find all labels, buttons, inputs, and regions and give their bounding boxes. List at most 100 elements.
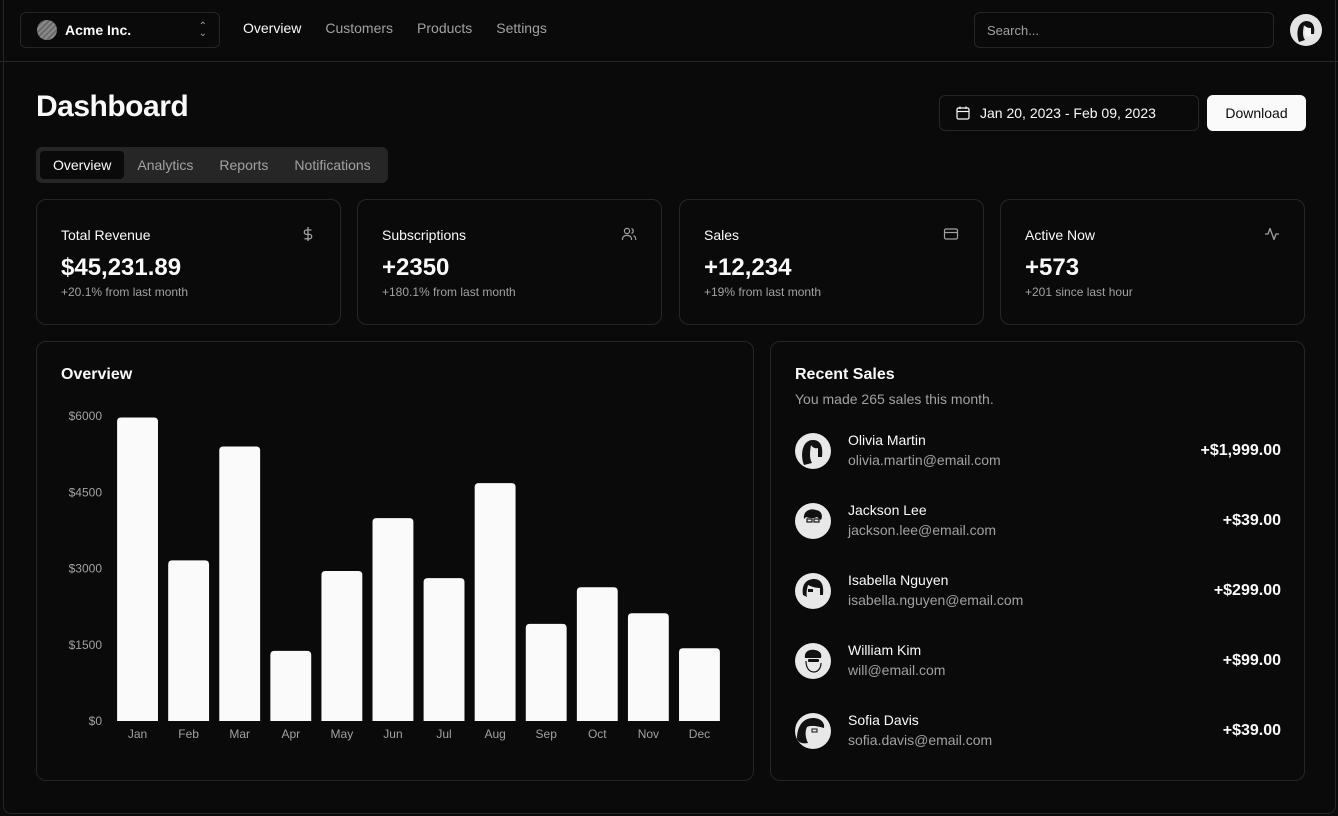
search-input[interactable] — [974, 12, 1274, 48]
x-tick-label: Jan — [128, 727, 147, 741]
bar-jan[interactable] — [117, 417, 158, 721]
user-avatar[interactable] — [1290, 14, 1322, 46]
customer-avatar — [795, 433, 831, 469]
bar-mar[interactable] — [219, 446, 261, 722]
recent-sales-description: You made 265 sales this month. — [795, 391, 994, 407]
x-tick-label: Apr — [281, 727, 300, 741]
y-tick-label: $3000 — [69, 562, 103, 576]
chevrons-up-down-icon: ⌃ ⌄ — [198, 21, 207, 39]
bar-jun[interactable] — [372, 518, 414, 721]
y-tick-label: $1500 — [69, 638, 103, 652]
y-tick-label: $4500 — [69, 485, 103, 499]
bar-dec[interactable] — [679, 648, 720, 721]
nav-settings[interactable]: Settings — [496, 20, 547, 36]
sale-amount: +$1,999.00 — [1200, 442, 1281, 459]
customer-email: isabella.nguyen@email.com — [848, 592, 1024, 608]
stat-label: Subscriptions — [382, 227, 467, 243]
date-range-picker[interactable]: Jan 20, 2023 - Feb 09, 2023 — [939, 95, 1199, 131]
bar-oct[interactable] — [576, 587, 618, 721]
activity-icon — [1265, 227, 1279, 241]
dashboard-tabs: Overview Analytics Reports Notifications — [36, 147, 388, 183]
x-tick-label: May — [331, 727, 354, 741]
bar-aug[interactable] — [474, 483, 516, 721]
x-tick-label: Oct — [588, 727, 607, 741]
page-title: Dashboard — [36, 90, 189, 123]
overview-bar-chart: $0 $1500 $3000 $4500 $6000 Jan Feb Mar Apr May Jun… — [69, 409, 720, 741]
tab-analytics[interactable]: Analytics — [124, 151, 206, 179]
tab-overview[interactable]: Overview — [40, 151, 125, 179]
stat-label: Sales — [704, 227, 740, 243]
customer-name: Isabella Nguyen — [848, 572, 949, 588]
customer-name: Jackson Lee — [848, 502, 927, 518]
stat-change: +180.1% from last month — [382, 285, 516, 299]
customer-name: Sofia Davis — [848, 712, 919, 728]
customer-name: Olivia Martin — [848, 432, 926, 448]
download-button[interactable]: Download — [1207, 95, 1306, 131]
main-nav: Overview Customers Products Settings — [243, 20, 547, 36]
customer-email: olivia.martin@email.com — [848, 452, 1001, 468]
x-tick-label: Dec — [689, 727, 710, 741]
x-tick-label: Feb — [178, 727, 199, 741]
top-navbar: Acme Inc. ⌃ ⌄ Overview Customers Products… — [0, 0, 1338, 62]
users-icon — [621, 227, 637, 240]
sale-item: Olivia Martin olivia.martin@email.com +$… — [795, 432, 1281, 472]
sale-amount: +$39.00 — [1222, 512, 1281, 529]
team-logo-icon — [37, 20, 57, 40]
x-tick-label: Mar — [229, 727, 250, 741]
stat-value: +2350 — [382, 254, 450, 281]
customer-email: jackson.lee@email.com — [848, 522, 997, 538]
customer-avatar — [795, 573, 831, 609]
stat-card-subscriptions: Subscriptions +2350 +180.1% from last mo… — [357, 199, 662, 325]
bar-nov[interactable] — [627, 613, 669, 721]
y-tick-label: $0 — [89, 714, 103, 728]
sale-item: Sofia Davis sofia.davis@email.com +$39.0… — [795, 712, 1281, 752]
sale-item: Jackson Lee jackson.lee@email.com +$39.0… — [795, 502, 1281, 542]
nav-customers[interactable]: Customers — [325, 20, 393, 36]
person-avatar-icon — [804, 649, 822, 673]
x-tick-label: Nov — [638, 727, 659, 741]
sale-item: William Kim will@email.com +$99.00 — [795, 642, 1281, 682]
stat-label: Total Revenue — [61, 227, 151, 243]
stat-change: +20.1% from last month — [61, 285, 189, 299]
bar-feb[interactable] — [168, 560, 210, 721]
team-name: Acme Inc. — [65, 22, 132, 38]
x-tick-label: Jun — [383, 727, 402, 741]
customer-avatar — [795, 643, 831, 679]
bar-sep[interactable] — [525, 623, 567, 721]
credit-card-icon — [943, 228, 959, 240]
bar-apr[interactable] — [270, 650, 312, 721]
calendar-icon — [956, 106, 970, 120]
bar-may[interactable] — [321, 571, 363, 721]
x-tick-label: Jul — [436, 727, 451, 741]
nav-overview[interactable]: Overview — [243, 20, 301, 36]
stat-value: $45,231.89 — [61, 254, 182, 281]
team-switcher[interactable]: Acme Inc. ⌃ ⌄ — [20, 12, 220, 48]
tab-reports[interactable]: Reports — [206, 151, 281, 179]
nav-products[interactable]: Products — [417, 20, 472, 36]
sale-item: Isabella Nguyen isabella.nguyen@email.co… — [795, 572, 1281, 612]
stat-card-active-now: Active Now +573 +201 since last hour — [1000, 199, 1305, 325]
sale-amount: +$39.00 — [1222, 722, 1281, 739]
customer-avatar — [795, 503, 831, 539]
stat-value: +573 — [1025, 254, 1080, 281]
dollar-icon — [303, 227, 313, 241]
customer-name: William Kim — [848, 642, 922, 658]
customer-email: will@email.com — [848, 662, 946, 678]
person-avatar-icon — [802, 440, 823, 465]
person-avatar-icon — [797, 718, 825, 744]
sale-amount: +$99.00 — [1222, 652, 1281, 669]
y-tick-label: $6000 — [69, 409, 103, 423]
stat-change: +19% from last month — [704, 285, 822, 299]
stat-change: +201 since last hour — [1025, 285, 1133, 299]
user-avatar-icon — [1297, 21, 1315, 42]
stat-value: +12,234 — [704, 254, 792, 281]
stat-label: Active Now — [1025, 227, 1096, 243]
sale-amount: +$299.00 — [1213, 582, 1281, 599]
bar-jul[interactable] — [423, 578, 465, 721]
x-tick-label: Sep — [536, 727, 558, 741]
tab-notifications[interactable]: Notifications — [281, 151, 383, 179]
recent-sales-card: Recent Sales You made 265 sales this mon… — [770, 341, 1305, 781]
person-avatar-icon — [802, 579, 824, 597]
stat-card-total-revenue: Total Revenue $45,231.89 +20.1% from las… — [36, 199, 341, 325]
customer-email: sofia.davis@email.com — [848, 732, 993, 748]
